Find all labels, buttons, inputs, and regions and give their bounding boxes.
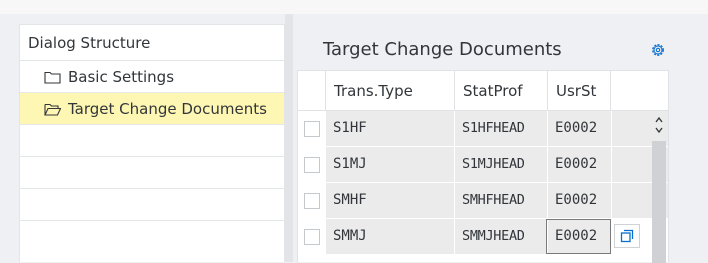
row-checkbox[interactable]	[304, 193, 320, 209]
scrollbar-track[interactable]	[652, 141, 666, 263]
data-table: Trans.Type StatProf UsrSt S1HF S1HFHEAD …	[297, 70, 669, 263]
row-checkbox[interactable]	[304, 121, 320, 137]
column-header-usr-st[interactable]: UsrSt	[548, 71, 611, 110]
column-header-trans-type[interactable]: Trans.Type	[326, 71, 455, 110]
cell-trans-type[interactable]: S1MJ	[326, 147, 455, 182]
row-selector[interactable]	[298, 147, 326, 183]
cell-stat-prof[interactable]: S1MJHEAD	[455, 147, 548, 182]
table-row[interactable]: SMHF SMHFHEAD E0002	[298, 183, 668, 219]
table-row[interactable]: S1MJ S1MJHEAD E0002	[298, 147, 668, 183]
table-row[interactable]: SMMJ SMMJHEAD E0002	[298, 219, 668, 255]
tree-item-label: Basic Settings	[68, 67, 175, 86]
select-all-column[interactable]	[298, 71, 326, 110]
folder-open-icon	[44, 103, 61, 116]
tree-item-label: Target Change Documents	[68, 99, 267, 118]
table-body: S1HF S1HFHEAD E0002 S1MJ S1MJHEAD E0002 …	[298, 111, 668, 255]
scroll-arrows-icon[interactable]	[653, 113, 665, 137]
page-title: Target Change Documents	[323, 39, 562, 60]
cell-trans-type[interactable]: S1HF	[326, 111, 455, 146]
vertical-scrollbar[interactable]	[652, 113, 666, 263]
table-row[interactable]: S1HF S1HFHEAD E0002	[298, 111, 668, 147]
panel-splitter[interactable]	[285, 14, 293, 262]
tree-empty-row	[20, 157, 284, 189]
row-checkbox[interactable]	[304, 157, 320, 173]
column-header-stat-prof[interactable]: StatProf	[455, 71, 548, 110]
gear-icon[interactable]	[650, 42, 666, 58]
tree-item-target-change-documents[interactable]: Target Change Documents	[20, 93, 284, 125]
cell-trans-type[interactable]: SMMJ	[326, 219, 455, 254]
table-header: Trans.Type StatProf UsrSt	[298, 71, 668, 111]
target-change-documents-panel: Target Change Documents Trans.Type StatP…	[293, 22, 708, 263]
cell-stat-prof[interactable]: S1HFHEAD	[455, 111, 548, 146]
cell-stat-prof[interactable]: SMHFHEAD	[455, 183, 548, 218]
cell-usr-st[interactable]: E0002	[548, 111, 612, 146]
cell-stat-prof[interactable]: SMMJHEAD	[455, 219, 548, 254]
cell-usr-st[interactable]: E0002	[548, 147, 612, 182]
folder-icon	[44, 71, 61, 84]
tree-item-basic-settings[interactable]: Basic Settings	[20, 61, 284, 93]
tree-empty-row	[20, 189, 284, 221]
cell-trans-type[interactable]: SMHF	[326, 183, 455, 218]
focused-cell-outline	[546, 219, 611, 254]
dialog-structure-panel: Dialog Structure Basic Settings Target C…	[19, 24, 285, 262]
cell-usr-st[interactable]: E0002	[548, 183, 612, 218]
row-selector[interactable]	[298, 111, 326, 147]
row-selector[interactable]	[298, 183, 326, 219]
value-help-icon	[620, 229, 634, 243]
row-selector[interactable]	[298, 219, 326, 255]
dialog-structure-header: Dialog Structure	[20, 25, 284, 61]
top-strip	[0, 0, 708, 14]
tree-empty-row	[20, 125, 284, 157]
value-help-button[interactable]	[614, 224, 640, 248]
row-checkbox[interactable]	[304, 229, 320, 245]
